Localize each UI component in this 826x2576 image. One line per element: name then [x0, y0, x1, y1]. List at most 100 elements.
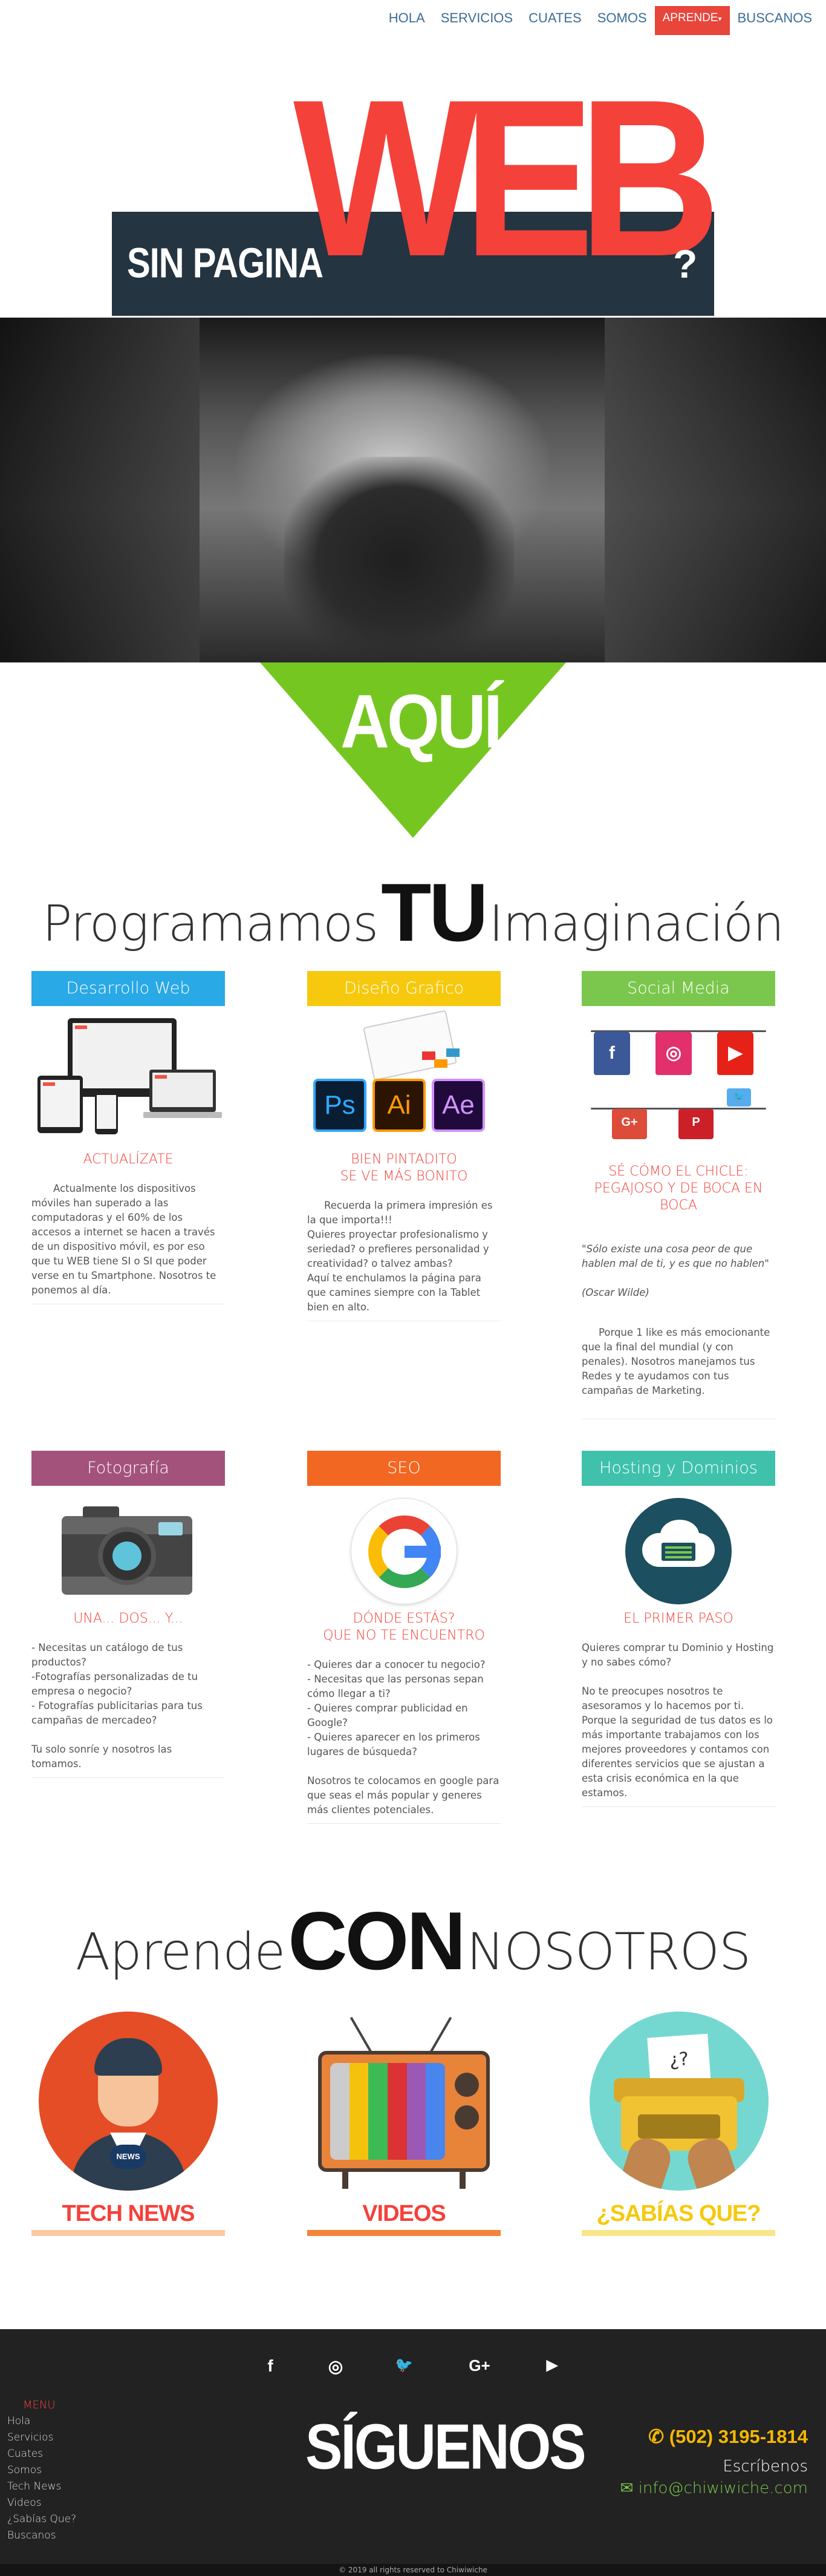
nav-item-aprende-label: APRENDE	[662, 11, 718, 24]
aprende-right: NOSOTROS	[466, 1922, 752, 1981]
service-card-fotografia: Fotografía UNA... DOS... Y... - Necesita…	[31, 1451, 225, 1778]
twitter-bird-icon: 🐦	[727, 1088, 751, 1107]
hero-question-mark: ?	[673, 241, 698, 286]
illustrator-icon: Ai	[372, 1079, 426, 1132]
nav-item-servicios[interactable]: SERVICIOS	[433, 6, 521, 35]
service-body: Quieres comprar tu Dominio y Hosting y n…	[582, 1641, 775, 1807]
photo-shade-left	[0, 318, 200, 662]
adobe-icons: Ps Ai Ae	[307, 1010, 501, 1145]
nav-item-cuates[interactable]: CUATES	[521, 6, 590, 35]
youtube-shirt-icon: ▶	[717, 1031, 753, 1075]
top-nav: HOLA SERVICIOS CUATES SOMOS APRENDE▾ BUS…	[0, 0, 826, 36]
aprende-underline	[582, 2230, 775, 2236]
nav-item-hola[interactable]: HOLA	[381, 6, 433, 35]
service-card-social-media: Social Media f ◎ ▶ G+ P 🐦 SÉ CÓMO EL CHI…	[582, 971, 775, 1419]
hero-web-title: WEB	[293, 53, 721, 303]
footer-link-somos[interactable]: Somos	[7, 2462, 76, 2479]
service-subtitle: BIEN PINTADITO SE VE MÁS BONITO	[340, 1152, 468, 1184]
service-body: - Necesitas un catálogo de tus productos…	[31, 1641, 225, 1778]
after-effects-icon: Ae	[432, 1079, 485, 1132]
facebook-shirt-icon: f	[594, 1031, 630, 1075]
photoshop-icon: Ps	[313, 1079, 366, 1132]
service-body: - Quieres dar a conocer tu negocio? - Ne…	[307, 1658, 501, 1824]
cloud-server-icon	[582, 1498, 775, 1604]
service-label[interactable]: Diseño Grafico	[307, 971, 501, 1006]
photo-shade-right	[605, 318, 826, 662]
nav-item-somos[interactable]: SOMOS	[590, 6, 655, 35]
nav-item-buscanos[interactable]: BUSCANOS	[730, 6, 820, 35]
instagram-shirt-icon: ◎	[655, 1031, 692, 1075]
programamos-bold: TU	[381, 866, 488, 958]
service-label[interactable]: Fotografía	[31, 1451, 225, 1486]
footer-link-hola[interactable]: Hola	[7, 2413, 76, 2430]
service-label[interactable]: Social Media	[582, 971, 775, 1006]
programamos-right: Imaginación	[489, 895, 785, 953]
typewriter-icon[interactable]: ¿?	[590, 2012, 769, 2191]
aprende-caption-videos[interactable]: VIDEOS	[307, 2201, 501, 2227]
service-body: Actualmente los dispositivos móviles han…	[31, 1182, 225, 1304]
service-quote: "Sólo existe una cosa peor de que hablen…	[582, 1243, 769, 1269]
footer-link-servicios[interactable]: Servicios	[7, 2430, 76, 2446]
footer-phone-number: (502) 3195-1814	[669, 2426, 808, 2447]
photo-figure-body	[284, 457, 514, 662]
google-plus-icon[interactable]: G+	[466, 2356, 493, 2375]
pinterest-pants-icon: P	[678, 1109, 714, 1139]
service-label[interactable]: Desarrollo Web	[31, 971, 225, 1006]
hero-photo	[0, 318, 826, 662]
news-mic-badge: NEWS	[110, 2145, 146, 2169]
service-card-desarrollo-web: Desarrollo Web ACTUALÍZATE Actualmente l…	[31, 971, 225, 1304]
footer-link-cuates[interactable]: Cuates	[7, 2446, 76, 2462]
footer-email[interactable]: ✉ info@chiwiwiche.com	[620, 2479, 808, 2497]
service-card-seo: SEO DÓNDE ESTÁS? QUE NO TE ENCUENTRO - Q…	[307, 1451, 501, 1824]
service-subtitle: DÓNDE ESTÁS? QUE NO TE ENCUENTRO	[323, 1611, 485, 1643]
news-anchor-icon[interactable]: NEWS	[39, 2012, 218, 2191]
footer-link-sabias-que[interactable]: ¿Sabías Que?	[7, 2511, 76, 2528]
programamos-left: Programamos	[42, 895, 379, 953]
siguenos-title: SÍGUENOS	[305, 2411, 587, 2483]
footer-menu-title: MENU	[23, 2399, 56, 2411]
service-label[interactable]: Hosting y Dominios	[582, 1451, 775, 1486]
service-body: Recuerda la primera impresión es la que …	[307, 1198, 501, 1321]
service-body: "Sólo existe una cosa peor de que hablen…	[582, 1228, 775, 1419]
footer-menu: MENU Hola Servicios Cuates Somos Tech Ne…	[7, 2397, 76, 2544]
programamos-headline: Programamos TU Imaginación	[0, 865, 826, 959]
camera-icon	[31, 1498, 225, 1604]
service-card-diseno-grafico: Diseño Grafico Ps Ai Ae BIEN PINTADITO S…	[307, 971, 501, 1321]
envelope-icon: ✉	[620, 2479, 639, 2497]
aprende-headline: Aprende CON NOSOTROS	[0, 1894, 826, 1988]
retro-tv-icon[interactable]	[318, 2015, 490, 2190]
service-subtitle: ACTUALÍZATE	[83, 1152, 174, 1167]
nav-item-aprende[interactable]: APRENDE▾	[654, 6, 730, 35]
phone-icon: ✆	[648, 2426, 669, 2447]
footer-escribenos: Escríbenos	[723, 2457, 808, 2476]
footer-link-buscanos[interactable]: Buscanos	[7, 2528, 76, 2544]
footer-phone[interactable]: ✆ (502) 3195-1814	[648, 2426, 808, 2448]
aprende-underline	[307, 2230, 501, 2236]
youtube-icon[interactable]: ▶	[540, 2356, 564, 2374]
service-label[interactable]: SEO	[307, 1451, 501, 1486]
instagram-icon[interactable]: ◎	[324, 2356, 348, 2376]
facebook-icon[interactable]: f	[258, 2356, 282, 2376]
aqui-text: AQUÍ	[340, 679, 502, 764]
service-subtitle: UNA... DOS... Y...	[73, 1611, 183, 1626]
footer-link-tech-news[interactable]: Tech News	[7, 2479, 76, 2495]
aprende-bold: CON	[288, 1895, 466, 1987]
google-plus-pants-icon: G+	[612, 1109, 647, 1139]
aprende-underline	[31, 2230, 225, 2236]
aprende-caption-sabias-que[interactable]: ¿SABÍAS QUE?	[582, 2201, 775, 2227]
nav-menu: HOLA SERVICIOS CUATES SOMOS APRENDE▾ BUS…	[381, 6, 820, 35]
devices-icon	[31, 1018, 225, 1145]
service-quote-author: (Oscar Wilde)	[582, 1287, 649, 1298]
aprende-left: Aprende	[75, 1922, 285, 1981]
clothesline-icon: f ◎ ▶ G+ P 🐦	[582, 1018, 775, 1175]
service-card-hosting: Hosting y Dominios EL PRIMER PASO Quiere…	[582, 1451, 775, 1807]
footer-email-address: info@chiwiwiche.com	[638, 2479, 808, 2497]
footer-link-videos[interactable]: Videos	[7, 2495, 76, 2511]
google-icon	[307, 1498, 501, 1604]
service-body-text: Porque 1 like es más emocionante que la …	[582, 1327, 770, 1396]
caret-down-icon: ▾	[718, 15, 722, 23]
twitter-icon[interactable]: 🐦	[392, 2356, 416, 2374]
footer-copyright: © 2019 all rights reserved to Chiwiwiche	[0, 2564, 826, 2576]
service-subtitle: EL PRIMER PASO	[623, 1611, 733, 1626]
aprende-caption-tech-news[interactable]: TECH NEWS	[31, 2201, 225, 2227]
